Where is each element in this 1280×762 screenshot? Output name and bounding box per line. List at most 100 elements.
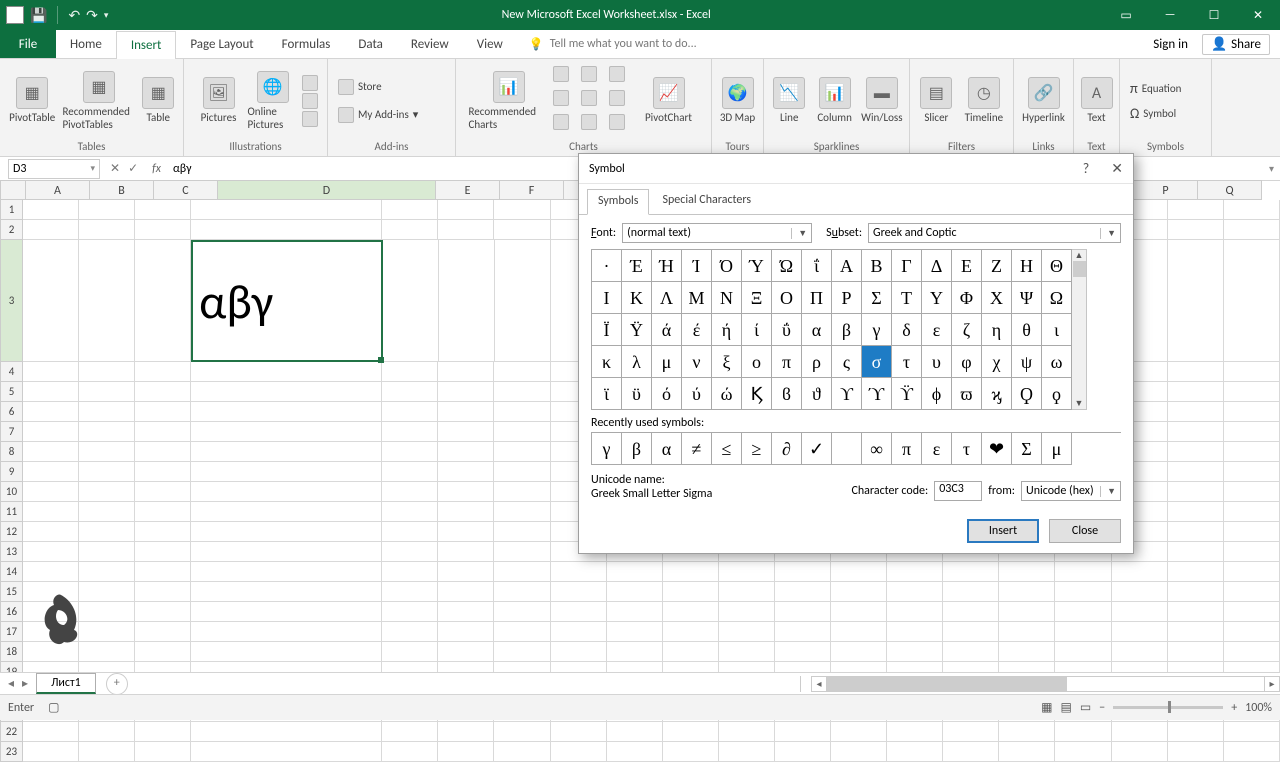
- cell[interactable]: [191, 502, 382, 522]
- area-chart-icon[interactable]: [581, 90, 597, 106]
- cell[interactable]: [607, 582, 663, 602]
- cell[interactable]: [135, 502, 191, 522]
- cell[interactable]: [79, 422, 135, 442]
- symbol-cell[interactable]: Υ: [922, 282, 952, 314]
- cell[interactable]: [887, 722, 943, 742]
- zoom-in-icon[interactable]: +: [1231, 701, 1237, 715]
- recent-symbol-cell[interactable]: π: [892, 433, 922, 465]
- zoom-slider[interactable]: [1113, 706, 1223, 709]
- symbol-cell[interactable]: Δ: [922, 250, 952, 282]
- undo-icon[interactable]: ↶: [68, 7, 80, 24]
- tab-insert[interactable]: Insert: [116, 31, 177, 59]
- symbol-cell[interactable]: Ϊ: [592, 314, 622, 346]
- symbol-cell[interactable]: Ϙ: [1012, 378, 1042, 410]
- cell[interactable]: [438, 722, 494, 742]
- cell[interactable]: [438, 502, 494, 522]
- cell[interactable]: [1224, 622, 1280, 642]
- cell[interactable]: [943, 722, 999, 742]
- symbol-cell[interactable]: ό: [652, 378, 682, 410]
- cell[interactable]: [719, 602, 775, 622]
- symbol-cell[interactable]: ΰ: [772, 314, 802, 346]
- cell[interactable]: [1168, 402, 1224, 422]
- zoom-out-icon[interactable]: −: [1099, 701, 1105, 715]
- cell[interactable]: [438, 642, 494, 662]
- cell[interactable]: [191, 542, 382, 562]
- symbol-cell[interactable]: ψ: [1012, 346, 1042, 378]
- cell[interactable]: [494, 522, 550, 542]
- cell[interactable]: [1224, 402, 1280, 422]
- cell[interactable]: [1168, 502, 1224, 522]
- cell[interactable]: [943, 642, 999, 662]
- cell[interactable]: [438, 220, 494, 240]
- pivotchart-button[interactable]: 📈PivotChart: [639, 77, 699, 124]
- col-header[interactable]: F: [500, 180, 564, 200]
- cell[interactable]: [551, 582, 607, 602]
- tab-data[interactable]: Data: [344, 30, 397, 58]
- cell[interactable]: [191, 422, 382, 442]
- cell[interactable]: [191, 642, 382, 662]
- cell[interactable]: [943, 602, 999, 622]
- cell[interactable]: [1055, 562, 1111, 582]
- symbol-cell[interactable]: ϙ: [1042, 378, 1072, 410]
- cell[interactable]: [191, 622, 382, 642]
- surface-chart-icon[interactable]: [581, 114, 597, 130]
- cell[interactable]: [494, 642, 550, 662]
- col-header[interactable]: Q: [1198, 180, 1262, 200]
- cell[interactable]: [79, 240, 135, 362]
- row-header[interactable]: 5: [0, 382, 23, 402]
- font-combo[interactable]: (normal text)▼: [622, 223, 812, 243]
- cell[interactable]: [494, 722, 550, 742]
- cell[interactable]: [135, 362, 191, 382]
- cell[interactable]: [1055, 582, 1111, 602]
- recent-symbol-cell[interactable]: ∞: [862, 433, 892, 465]
- symbol-cell[interactable]: ή: [712, 314, 742, 346]
- recent-symbol-cell[interactable]: ≥: [742, 433, 772, 465]
- col-header[interactable]: D: [218, 180, 436, 200]
- subset-combo[interactable]: Greek and Coptic▼: [868, 223, 1121, 243]
- cell[interactable]: [79, 220, 135, 240]
- cell[interactable]: [191, 462, 382, 482]
- cell[interactable]: [494, 622, 550, 642]
- cell[interactable]: [494, 502, 550, 522]
- cell[interactable]: [79, 622, 135, 642]
- cell[interactable]: [1168, 642, 1224, 662]
- dialog-help-icon[interactable]: ?: [1083, 160, 1090, 177]
- row-header[interactable]: 23: [0, 742, 23, 762]
- cell[interactable]: [1168, 522, 1224, 542]
- symbol-cell[interactable]: Ό: [712, 250, 742, 282]
- cell[interactable]: [494, 362, 550, 382]
- cell[interactable]: [23, 220, 79, 240]
- cell[interactable]: [831, 642, 887, 662]
- cell[interactable]: [1112, 742, 1168, 762]
- cell[interactable]: [382, 582, 438, 602]
- cell[interactable]: [1168, 240, 1224, 362]
- cell[interactable]: [1168, 442, 1224, 462]
- symbol-grid[interactable]: ·ΈΉΊΌΎΏΐΑΒΓΔΕΖΗΘΙΚΛΜΝΞΟΠΡΣΤΥΦΧΨΩΪΫάέήίΰα…: [591, 249, 1072, 410]
- cell[interactable]: [663, 602, 719, 622]
- cell[interactable]: [775, 722, 831, 742]
- prev-sheet-icon[interactable]: ◂: [8, 676, 14, 691]
- cell[interactable]: [1168, 722, 1224, 742]
- recent-symbol-cell[interactable]: μ: [1042, 433, 1072, 465]
- cell[interactable]: [1224, 240, 1280, 362]
- symbol-cell[interactable]: ω: [1042, 346, 1072, 378]
- cell[interactable]: [1055, 742, 1111, 762]
- recent-symbol-cell[interactable]: ❤: [982, 433, 1012, 465]
- cell[interactable]: [495, 240, 551, 362]
- symbol-cell[interactable]: ϒ: [832, 378, 862, 410]
- cell[interactable]: [439, 240, 495, 362]
- cell[interactable]: [1168, 562, 1224, 582]
- symbol-cell[interactable]: ί: [742, 314, 772, 346]
- cell[interactable]: [438, 442, 494, 462]
- cell[interactable]: [494, 742, 550, 762]
- symbol-cell[interactable]: Ι: [592, 282, 622, 314]
- slicer-button[interactable]: ▤Slicer: [916, 77, 957, 124]
- symbol-cell[interactable]: ϐ: [772, 378, 802, 410]
- cell[interactable]: [1168, 422, 1224, 442]
- symbol-cell[interactable]: Ψ: [1012, 282, 1042, 314]
- row-header[interactable]: 18: [0, 642, 23, 662]
- tab-home[interactable]: Home: [56, 30, 116, 58]
- cell[interactable]: [382, 482, 438, 502]
- symbol-cell[interactable]: υ: [922, 346, 952, 378]
- row-header[interactable]: 14: [0, 562, 23, 582]
